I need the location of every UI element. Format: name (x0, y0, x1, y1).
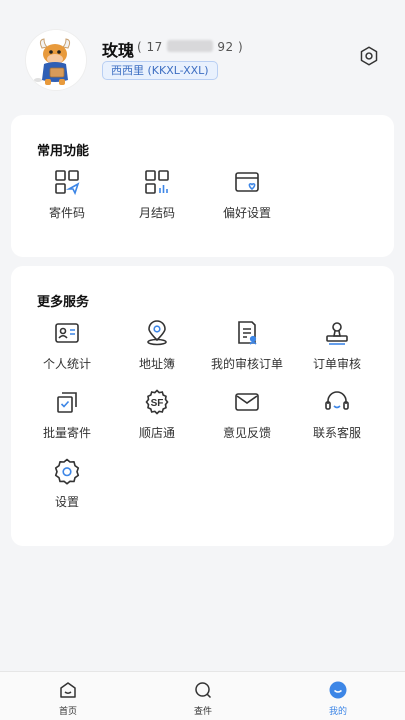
phone-prefix: ( 17 (137, 40, 163, 54)
monthly-code-button[interactable]: 月结码 (112, 168, 202, 228)
phone-suffix: 92 ) (217, 40, 244, 54)
review-document-icon (233, 319, 261, 347)
batch-send-button[interactable]: 批量寄件 (22, 388, 112, 448)
settings-button[interactable]: 设置 (22, 457, 112, 517)
gear-icon[interactable] (358, 45, 380, 67)
contact-support-button[interactable]: 联系客服 (292, 388, 382, 448)
station-badge[interactable]: 西西里 (KKXL-XXL) (102, 61, 218, 80)
tab-label: 查件 (193, 707, 212, 717)
monthly-code-icon (143, 168, 171, 196)
envelope-icon (233, 388, 261, 416)
bull-mascot-avatar (26, 30, 86, 90)
card-title: 更多服务 (37, 295, 90, 310)
tab-search[interactable]: 查件 (153, 672, 253, 720)
gear-icon (53, 457, 81, 485)
item-label: 设置 (54, 495, 79, 509)
sf-store-button[interactable]: SF 顺店通 (112, 388, 202, 448)
item-label: 订单审核 (312, 357, 361, 371)
item-label: 月结码 (138, 206, 175, 220)
stamp-icon (323, 319, 351, 347)
common-functions-card: 常用功能 寄件码 月结码 偏好设置 (11, 115, 394, 257)
preference-card-icon (233, 168, 261, 196)
phone-mask (167, 40, 214, 52)
home-icon (58, 680, 78, 700)
id-card-icon (53, 319, 81, 347)
sf-logo-icon: SF (143, 388, 171, 416)
item-label: 顺店通 (138, 426, 175, 440)
item-label: 联系客服 (312, 426, 361, 440)
item-label: 批量寄件 (42, 426, 91, 440)
card-title: 常用功能 (37, 144, 90, 159)
preference-settings-button[interactable]: 偏好设置 (202, 168, 292, 228)
personal-stats-button[interactable]: 个人统计 (22, 319, 112, 379)
item-label: 意见反馈 (222, 426, 271, 440)
item-label: 偏好设置 (222, 206, 271, 220)
svg-text:SF: SF (151, 398, 164, 409)
item-label: 我的审核订单 (210, 357, 283, 371)
mail-code-button[interactable]: 寄件码 (22, 168, 112, 228)
location-pin-icon (143, 319, 171, 347)
more-services-card: 更多服务 个人统计 地址簿 我的审核订单 订单审核 批量寄件 SF 顺店通 意见… (11, 266, 394, 546)
item-label: 寄件码 (48, 206, 85, 220)
feedback-button[interactable]: 意见反馈 (202, 388, 292, 448)
profile-icon (328, 680, 348, 700)
search-icon (193, 680, 213, 700)
item-label: 地址簿 (138, 357, 175, 371)
address-book-button[interactable]: 地址簿 (112, 319, 202, 379)
tab-home[interactable]: 首页 (18, 672, 118, 720)
username: 玫瑰 (102, 41, 135, 60)
item-label: 个人统计 (42, 357, 91, 371)
bottom-tab-bar: 首页 查件 我的 (0, 671, 405, 720)
tab-label: 首页 (58, 707, 77, 717)
my-review-orders-button[interactable]: 我的审核订单 (202, 319, 292, 379)
tab-mine[interactable]: 我的 (288, 672, 388, 720)
order-review-button[interactable]: 订单审核 (292, 319, 382, 379)
batch-check-icon (53, 388, 81, 416)
avatar[interactable] (26, 30, 86, 90)
profile-header: 玫瑰 ( 17 92 ) 西西里 (KKXL-XXL) (0, 0, 405, 110)
mail-code-icon (53, 168, 81, 196)
phone-number: ( 17 92 ) (137, 40, 243, 54)
headset-icon (323, 388, 351, 416)
tab-label: 我的 (328, 707, 347, 717)
